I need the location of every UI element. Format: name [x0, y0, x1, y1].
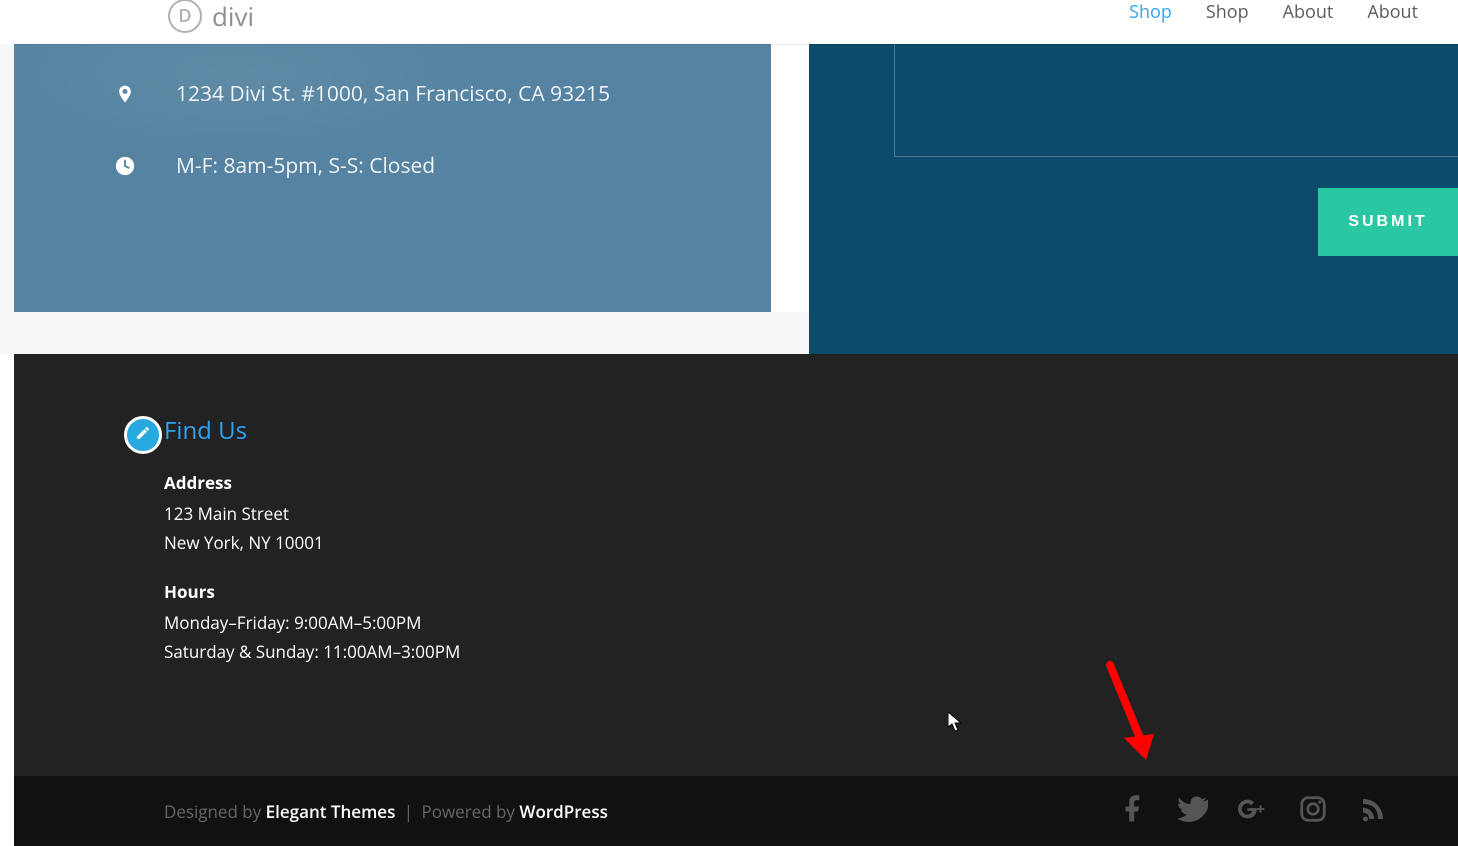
site-header: D divi Shop Shop About About [14, 0, 1458, 44]
page-gutter [0, 44, 14, 354]
wordpress-link[interactable]: WordPress [519, 800, 608, 823]
address-label: Address [164, 471, 584, 494]
find-us-title: Find Us [164, 414, 584, 447]
footer-credits: Designed by Elegant Themes | Powered by … [164, 800, 608, 823]
hours-body: Monday–Friday: 9:00AM–5:00PMSaturday & S… [164, 609, 584, 667]
clock-icon [114, 155, 136, 177]
rss-icon[interactable] [1358, 794, 1388, 829]
pencil-icon [135, 424, 151, 446]
info-row-hours: M-F: 8am-5pm, S-S: Closed [114, 152, 671, 180]
footer-widget-area: Find Us Address 123 Main StreetNew York,… [14, 354, 1458, 776]
hours-label: Hours [164, 580, 584, 603]
logo-text: divi [212, 0, 254, 34]
nav-item-about[interactable]: About [1283, 0, 1334, 24]
elegant-themes-link[interactable]: Elegant Themes [266, 800, 396, 823]
edit-widget-button[interactable] [124, 416, 162, 454]
site-logo[interactable]: D divi [168, 0, 254, 34]
page-canvas: 1234 Divi St. #1000, San Francisco, CA 9… [14, 44, 1458, 846]
logo-mark-icon: D [168, 0, 202, 33]
facebook-icon[interactable] [1118, 794, 1148, 829]
submit-button[interactable]: SUBMIT [1318, 188, 1458, 256]
nav-item-about-2[interactable]: About [1367, 0, 1418, 24]
contact-info-card: 1234 Divi St. #1000, San Francisco, CA 9… [14, 44, 771, 312]
address-body: 123 Main StreetNew York, NY 10001 [164, 500, 584, 558]
footer-bottom-bar: Designed by Elegant Themes | Powered by … [14, 776, 1458, 846]
nav-item-shop[interactable]: Shop [1206, 0, 1249, 24]
info-row-address: 1234 Divi St. #1000, San Francisco, CA 9… [114, 80, 671, 108]
instagram-icon[interactable] [1298, 794, 1328, 829]
nav-item-shop-active[interactable]: Shop [1129, 0, 1172, 24]
google-plus-icon[interactable] [1238, 794, 1268, 829]
contact-form-pane: SUBMIT [809, 0, 1458, 354]
info-hours-text: M-F: 8am-5pm, S-S: Closed [176, 152, 435, 180]
twitter-icon[interactable] [1178, 794, 1208, 829]
find-us-widget: Find Us Address 123 Main StreetNew York,… [164, 414, 584, 667]
primary-nav: Shop Shop About About [1129, 0, 1418, 24]
map-pin-icon [114, 81, 136, 107]
section-divider [14, 312, 809, 354]
info-address-text: 1234 Divi St. #1000, San Francisco, CA 9… [176, 80, 610, 108]
social-links [1118, 794, 1388, 829]
